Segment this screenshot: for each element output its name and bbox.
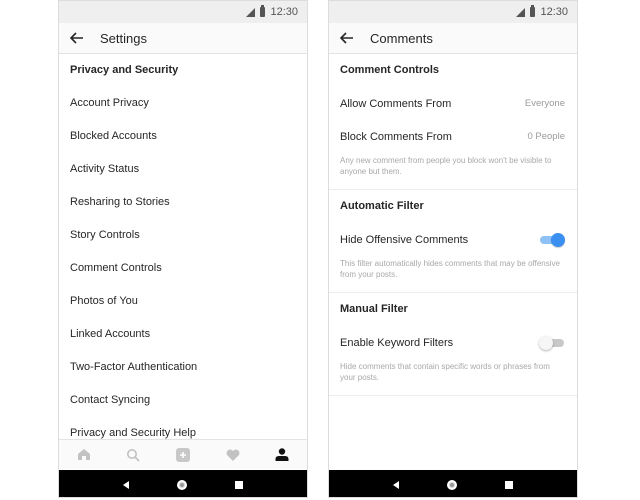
enable-keyword-filters-toggle[interactable] xyxy=(539,335,565,350)
toggle-knob xyxy=(539,335,553,350)
settings-item-account-privacy[interactable]: Account Privacy xyxy=(59,87,307,120)
profile-icon xyxy=(275,448,289,461)
battery-icon xyxy=(260,5,266,17)
settings-item-comment-controls[interactable]: Comment Controls xyxy=(59,252,307,285)
search-icon xyxy=(127,448,141,462)
comment-controls-group: Comment Controls Allow Comments From Eve… xyxy=(329,54,577,190)
android-nav-bar xyxy=(59,470,307,497)
toggle-knob xyxy=(551,232,565,247)
settings-item-blocked-accounts[interactable]: Blocked Accounts xyxy=(59,120,307,153)
enable-keyword-filters-label: Enable Keyword Filters xyxy=(340,336,454,349)
settings-item-activity-status[interactable]: Activity Status xyxy=(59,153,307,186)
tab-activity[interactable] xyxy=(213,440,253,470)
allow-comments-value: Everyone xyxy=(524,98,565,109)
allow-comments-label: Allow Comments From xyxy=(340,97,452,110)
android-nav-bar xyxy=(329,470,577,497)
settings-item-contact-syncing[interactable]: Contact Syncing xyxy=(59,384,307,417)
enable-keyword-filters-row: Enable Keyword Filters xyxy=(329,326,577,359)
nav-home-icon[interactable] xyxy=(177,479,187,490)
section-header: Privacy and Security xyxy=(70,64,179,76)
settings-screen: 12:30 Settings Privacy and Security Acco… xyxy=(58,0,308,498)
home-icon xyxy=(77,449,90,460)
hide-offensive-comments-row: Hide Offensive Comments xyxy=(329,223,577,256)
settings-item-photos-of-you[interactable]: Photos of You xyxy=(59,285,307,318)
status-time: 12:30 xyxy=(270,6,298,18)
allow-comments-from-row[interactable]: Allow Comments From Everyone xyxy=(329,87,577,120)
settings-item-two-factor-authentication[interactable]: Two-Factor Authentication xyxy=(59,351,307,384)
app-bar: Settings xyxy=(59,23,307,54)
comments-screen: 12:30 Comments Comment Controls Allow Co… xyxy=(328,0,578,498)
block-comments-value: 0 People xyxy=(527,131,565,142)
battery-icon xyxy=(530,5,536,17)
signal-icon xyxy=(516,7,526,17)
tab-profile[interactable] xyxy=(262,440,302,470)
status-bar: 12:30 xyxy=(329,1,577,23)
automatic-filter-group: Automatic Filter Hide Offensive Comments… xyxy=(329,190,577,293)
add-post-icon xyxy=(175,447,190,462)
manual-filter-group: Manual Filter Enable Keyword Filters Hid… xyxy=(329,293,577,396)
settings-item-resharing-to-stories[interactable]: Resharing to Stories xyxy=(59,186,307,219)
nav-home-icon[interactable] xyxy=(447,479,457,490)
app-bar: Comments xyxy=(329,23,577,54)
automatic-filter-note: This filter automatically hides comments… xyxy=(340,259,560,279)
tab-add-post[interactable] xyxy=(163,440,203,470)
back-arrow-icon[interactable] xyxy=(59,32,95,44)
manual-filter-note: Hide comments that contain specific word… xyxy=(340,362,550,382)
page-title: Settings xyxy=(100,30,147,46)
signal-icon xyxy=(246,7,256,17)
page-title: Comments xyxy=(370,30,433,46)
section-header: Automatic Filter xyxy=(340,200,424,212)
tab-search[interactable] xyxy=(113,440,153,470)
block-comments-label: Block Comments From xyxy=(340,130,452,143)
heart-icon xyxy=(226,449,239,461)
block-comments-from-row[interactable]: Block Comments From 0 People xyxy=(329,120,577,153)
status-bar: 12:30 xyxy=(59,1,307,23)
nav-back-icon[interactable] xyxy=(393,480,399,489)
hide-offensive-comments-label: Hide Offensive Comments xyxy=(340,233,469,246)
hide-offensive-comments-toggle[interactable] xyxy=(539,232,565,247)
settings-list: Privacy and Security Account Privacy Blo… xyxy=(59,54,307,450)
block-comments-note: Any new comment from people you block wo… xyxy=(340,156,552,176)
settings-item-story-controls[interactable]: Story Controls xyxy=(59,219,307,252)
nav-recents-icon[interactable] xyxy=(235,480,243,489)
bottom-tab-bar xyxy=(59,439,307,469)
section-header: Manual Filter xyxy=(340,303,408,315)
tab-home[interactable] xyxy=(64,440,104,470)
nav-back-icon[interactable] xyxy=(123,480,129,489)
settings-item-linked-accounts[interactable]: Linked Accounts xyxy=(59,318,307,351)
nav-recents-icon[interactable] xyxy=(505,480,513,489)
back-arrow-icon[interactable] xyxy=(329,32,365,44)
section-header: Comment Controls xyxy=(340,64,439,76)
status-time: 12:30 xyxy=(540,6,568,18)
